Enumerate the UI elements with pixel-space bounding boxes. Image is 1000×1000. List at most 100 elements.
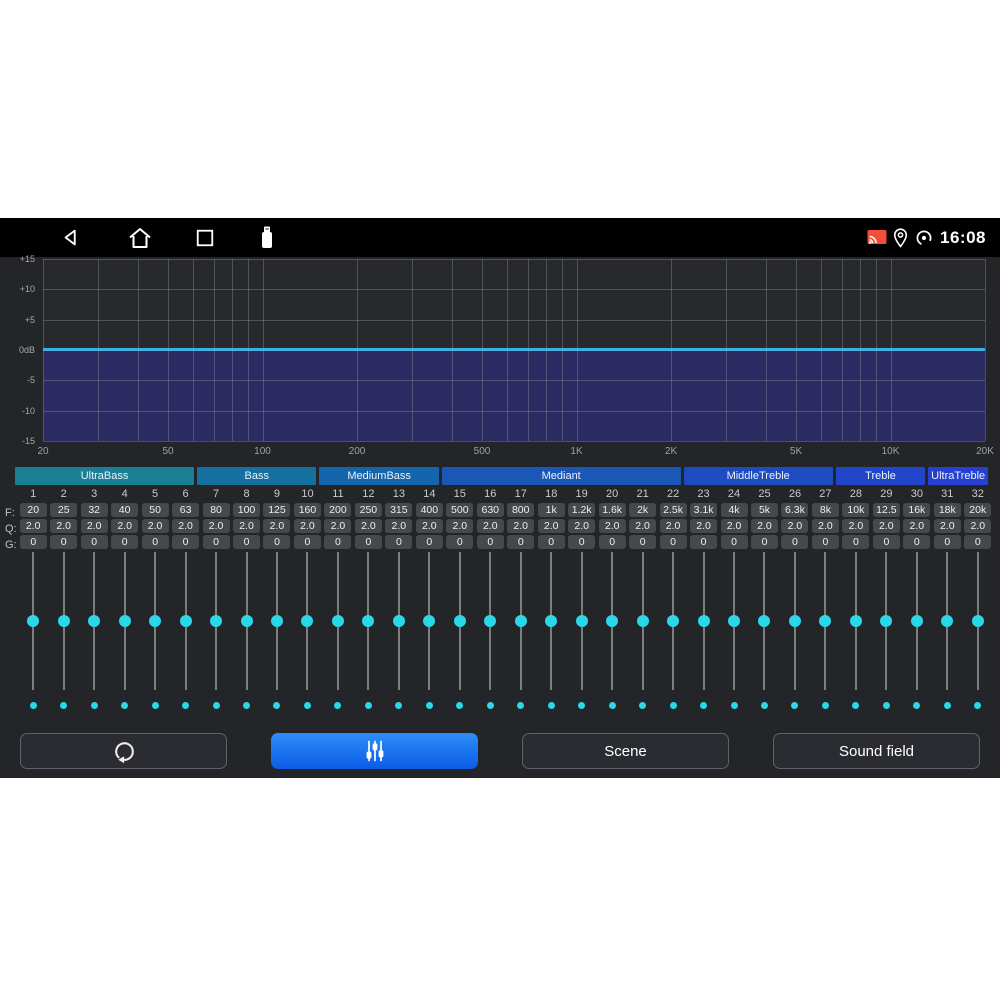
band-slider[interactable] xyxy=(627,552,657,690)
band-slider-knob[interactable] xyxy=(301,615,313,627)
band-number: 5 xyxy=(152,488,158,501)
band-q-value: 2.0 xyxy=(355,519,382,533)
band-number: 28 xyxy=(850,488,862,501)
band-slider[interactable] xyxy=(79,552,109,690)
band-gain-value: 0 xyxy=(842,535,869,549)
band-dot xyxy=(517,702,524,709)
band-slider-knob[interactable] xyxy=(576,615,588,627)
band-gain-value: 0 xyxy=(721,535,748,549)
band-column: 191.2k2.00 xyxy=(566,488,596,549)
band-slider[interactable] xyxy=(658,552,688,690)
band-slider[interactable] xyxy=(932,552,962,690)
recents-button[interactable] xyxy=(194,218,216,257)
band-column: 244k2.00 xyxy=(719,488,749,549)
band-slider[interactable] xyxy=(323,552,353,690)
band-slider[interactable] xyxy=(871,552,901,690)
band-freq-value: 200 xyxy=(324,503,351,517)
band-slider-knob[interactable] xyxy=(241,615,253,627)
band-slider-knob[interactable] xyxy=(119,615,131,627)
band-slider[interactable] xyxy=(262,552,292,690)
band-column: 112002.00 xyxy=(323,488,353,549)
band-dot-cell xyxy=(48,700,78,710)
band-slider-knob[interactable] xyxy=(911,615,923,627)
band-slider-knob[interactable] xyxy=(423,615,435,627)
band-slider-knob[interactable] xyxy=(637,615,649,627)
band-indicator-dots xyxy=(18,700,993,710)
band-slider[interactable] xyxy=(475,552,505,690)
band-slider[interactable] xyxy=(414,552,444,690)
band-slider-knob[interactable] xyxy=(606,615,618,627)
band-freq-value: 5k xyxy=(751,503,778,517)
band-slider[interactable] xyxy=(536,552,566,690)
band-slider-knob[interactable] xyxy=(210,615,222,627)
band-q-value: 2.0 xyxy=(842,519,869,533)
band-slider-knob[interactable] xyxy=(393,615,405,627)
back-button[interactable] xyxy=(60,218,84,257)
band-slider-knob[interactable] xyxy=(332,615,344,627)
band-slider-knob[interactable] xyxy=(362,615,374,627)
band-slider[interactable] xyxy=(841,552,871,690)
band-slider[interactable] xyxy=(566,552,596,690)
band-slider-knob[interactable] xyxy=(728,615,740,627)
band-slider-knob[interactable] xyxy=(149,615,161,627)
band-slider-knob[interactable] xyxy=(880,615,892,627)
band-slider[interactable] xyxy=(810,552,840,690)
band-slider-knob[interactable] xyxy=(850,615,862,627)
band-slider-knob[interactable] xyxy=(941,615,953,627)
band-slider[interactable] xyxy=(963,552,993,690)
band-slider-knob[interactable] xyxy=(758,615,770,627)
band-q-value: 2.0 xyxy=(324,519,351,533)
band-slider-knob[interactable] xyxy=(88,615,100,627)
home-button[interactable] xyxy=(127,218,153,257)
band-slider[interactable] xyxy=(719,552,749,690)
reset-button[interactable] xyxy=(20,733,227,769)
band-dot xyxy=(152,702,159,709)
band-slider-knob[interactable] xyxy=(667,615,679,627)
band-slider-knob[interactable] xyxy=(454,615,466,627)
band-slider[interactable] xyxy=(170,552,200,690)
band-slider[interactable] xyxy=(780,552,810,690)
band-slider[interactable] xyxy=(384,552,414,690)
band-slider-knob[interactable] xyxy=(58,615,70,627)
band-dot xyxy=(30,702,37,709)
band-slider[interactable] xyxy=(597,552,627,690)
band-slider-knob[interactable] xyxy=(180,615,192,627)
band-dot xyxy=(639,702,646,709)
band-dot-cell xyxy=(79,700,109,710)
band-slider[interactable] xyxy=(140,552,170,690)
freq-row-label: F: xyxy=(5,506,19,520)
band-slider[interactable] xyxy=(292,552,322,690)
band-slider[interactable] xyxy=(506,552,536,690)
band-slider-knob[interactable] xyxy=(789,615,801,627)
band-q-value: 2.0 xyxy=(812,519,839,533)
band-slider-knob[interactable] xyxy=(271,615,283,627)
band-slider-knob[interactable] xyxy=(819,615,831,627)
scene-button[interactable]: Scene xyxy=(522,733,729,769)
band-slider-knob[interactable] xyxy=(515,615,527,627)
band-slider-knob[interactable] xyxy=(698,615,710,627)
band-slider[interactable] xyxy=(231,552,261,690)
usb-icon xyxy=(260,226,274,249)
band-slider[interactable] xyxy=(902,552,932,690)
band-freq-value: 32 xyxy=(81,503,108,517)
band-slider[interactable] xyxy=(18,552,48,690)
usb-device-button[interactable] xyxy=(258,218,276,257)
band-slider[interactable] xyxy=(688,552,718,690)
band-slider[interactable] xyxy=(353,552,383,690)
band-slider[interactable] xyxy=(109,552,139,690)
freq-tick-label: 20 xyxy=(37,446,48,457)
band-slider[interactable] xyxy=(749,552,779,690)
band-slider[interactable] xyxy=(201,552,231,690)
band-slider-knob[interactable] xyxy=(545,615,557,627)
band-slider-knob[interactable] xyxy=(484,615,496,627)
eq-button[interactable] xyxy=(271,733,478,769)
band-slider[interactable] xyxy=(48,552,78,690)
status-bar-right: 16:08 xyxy=(867,218,986,257)
freq-tick-label: 5K xyxy=(790,446,802,457)
band-slider[interactable] xyxy=(445,552,475,690)
sound-field-button[interactable]: Sound field xyxy=(773,733,980,769)
band-slider-knob[interactable] xyxy=(972,615,984,627)
band-dot xyxy=(670,702,677,709)
band-column: 155002.00 xyxy=(445,488,475,549)
band-slider-knob[interactable] xyxy=(27,615,39,627)
